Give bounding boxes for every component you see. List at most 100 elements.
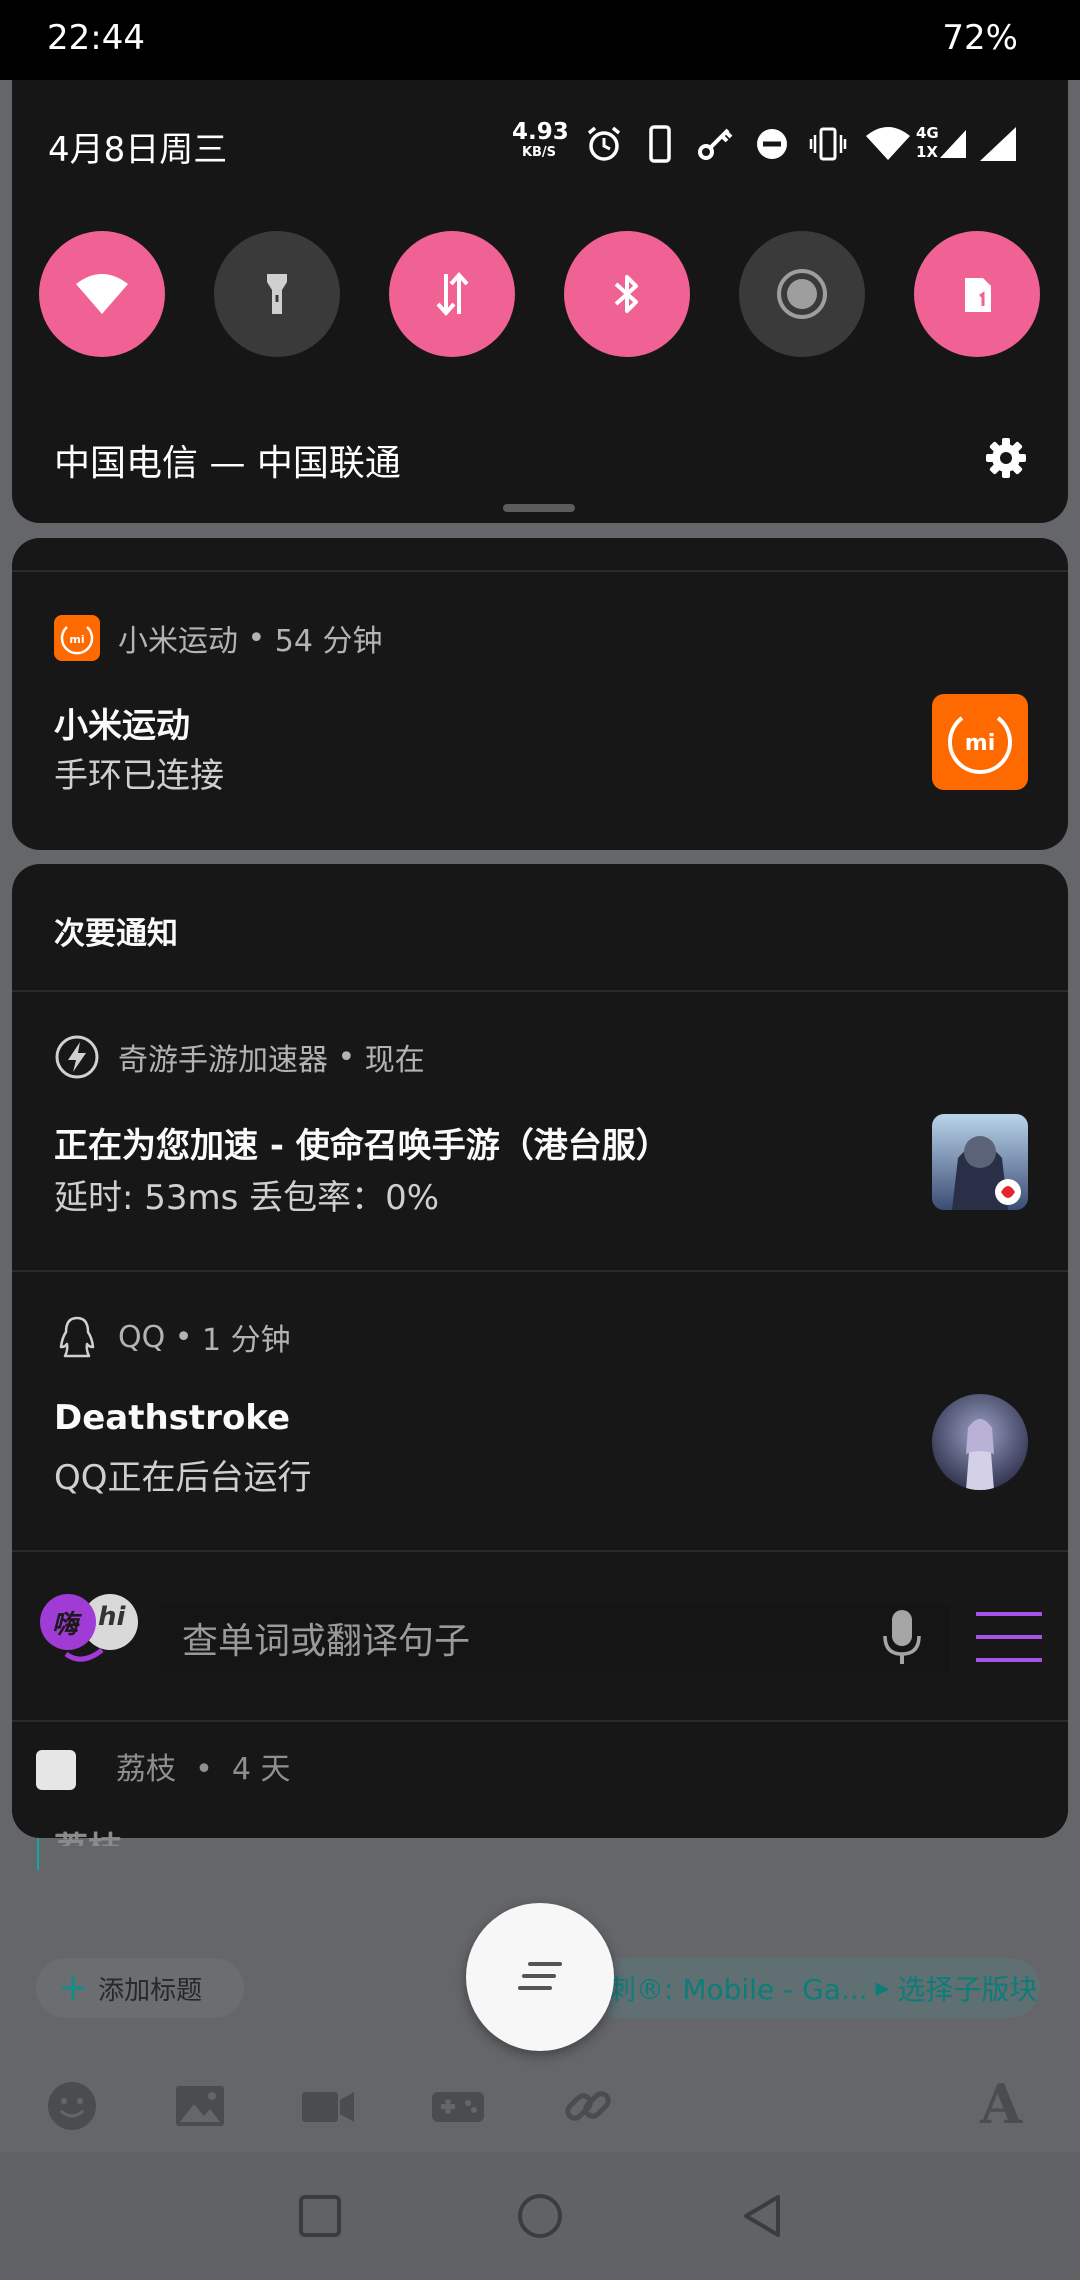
menu-icon xyxy=(976,1612,1042,1662)
tile-bluetooth[interactable] xyxy=(564,231,690,357)
do-not-disturb-icon xyxy=(752,124,792,164)
mi-fit-large-icon: mi xyxy=(932,694,1028,790)
contact-avatar xyxy=(932,1394,1028,1490)
vibrate-icon xyxy=(808,124,848,164)
network-type-label: 4G xyxy=(916,124,939,142)
back-button[interactable] xyxy=(726,2180,798,2252)
add-title-button[interactable]: + 添加标题 xyxy=(36,1958,244,2018)
tile-screen-record[interactable] xyxy=(739,231,865,357)
notification-manage-fab[interactable] xyxy=(466,1903,614,2051)
screen-record-icon xyxy=(777,269,827,319)
dictionary-search-placeholder: 查单词或翻译句子 xyxy=(182,1621,471,1662)
circle-icon xyxy=(518,2194,562,2238)
link-icon[interactable] xyxy=(560,2078,616,2134)
choose-subforum-label: 选择子版块 xyxy=(897,1973,1038,2006)
divider xyxy=(12,570,1068,572)
add-title-label: 添加标题 xyxy=(98,1975,203,2006)
gear-icon xyxy=(986,438,1026,478)
notification-title[interactable]: 正在为您加速 - 使命召唤手游（港台服） xyxy=(54,1118,670,1167)
network-speed-value: 4.93 xyxy=(512,119,569,145)
network-speed: 4.93 KB/S xyxy=(512,119,569,160)
dictionary-search-input[interactable]: 查单词或翻译句子 xyxy=(160,1604,950,1672)
status-bar xyxy=(0,0,1080,80)
notification-text: 手环已连接 xyxy=(54,756,224,796)
notification-text: 延时: 53ms 丢包率：0% xyxy=(54,1178,440,1218)
caret-right-icon: ▶ xyxy=(875,1977,890,1999)
signal-bars-icon xyxy=(940,130,966,158)
vpn-key-icon xyxy=(696,124,736,164)
notification-time: 现在 xyxy=(364,1043,425,1078)
notification-app-header: 奇游手游加速器 • 现在 xyxy=(54,1034,425,1080)
notification-title: 荔枝 xyxy=(54,1822,122,1846)
notification-time: 54 分钟 xyxy=(274,624,383,659)
divider xyxy=(12,1270,1068,1272)
network-speed-unit: KB/S xyxy=(521,145,557,160)
notification-app-name: 荔枝 xyxy=(116,1752,176,1787)
notification-text: QQ正在后台运行 xyxy=(54,1458,312,1498)
settings-button[interactable] xyxy=(984,436,1028,480)
video-icon[interactable] xyxy=(300,2078,356,2134)
home-button[interactable] xyxy=(504,2180,576,2252)
plus-icon: + xyxy=(58,1967,89,2008)
notification-time: 4 天 xyxy=(231,1752,291,1787)
dictionary-app-logo[interactable]: 嗨 hi xyxy=(36,1594,144,1678)
carrier-label: 中国电信 — 中国联通 xyxy=(54,443,401,484)
notification-card-mi-fit[interactable] xyxy=(12,538,1068,850)
forum-tag-chip[interactable]: 刺®: Mobile - Ga... ▶ 选择子版块 xyxy=(590,1958,1040,2018)
tile-wifi[interactable] xyxy=(39,231,165,357)
notification-app-header: mi 小米运动 • 54 分钟 xyxy=(54,615,383,661)
recents-button[interactable] xyxy=(284,2180,356,2252)
notification-app-name: 奇游手游加速器 xyxy=(118,1043,328,1078)
notification-time: 1 分钟 xyxy=(202,1323,291,1358)
game-thumbnail xyxy=(932,1114,1028,1210)
qq-penguin-icon xyxy=(54,1314,100,1360)
notification-app-name: 小米运动 xyxy=(118,624,238,659)
forum-tag-label: 刺®: Mobile - Ga... xyxy=(608,1973,868,2006)
flashlight-icon xyxy=(267,274,287,314)
voice-input-button[interactable] xyxy=(880,1608,924,1668)
game-controller-icon[interactable] xyxy=(430,2078,486,2134)
wifi-icon xyxy=(76,274,128,314)
svg-text:mi: mi xyxy=(69,633,84,646)
sim-card-icon xyxy=(965,278,991,312)
dictionary-menu-button[interactable] xyxy=(976,1610,1042,1664)
battery-percentage: 72% xyxy=(942,18,1018,58)
tile-sim-card[interactable] xyxy=(914,231,1040,357)
status-time: 22:44 xyxy=(47,18,145,58)
divider xyxy=(12,1550,1068,1552)
editor-toolbar: A xyxy=(0,2060,1080,2152)
list-icon xyxy=(518,1962,562,1990)
divider xyxy=(12,990,1068,992)
navigation-bar xyxy=(0,2152,1080,2280)
notification-app-name: QQ xyxy=(118,1319,166,1355)
font-format-button[interactable]: A xyxy=(980,2072,1022,2136)
tile-flashlight[interactable] xyxy=(214,231,340,357)
microphone-icon xyxy=(883,1610,921,1664)
network-subtype-label: 1X xyxy=(916,143,939,161)
alarm-icon xyxy=(584,124,624,164)
image-icon[interactable] xyxy=(172,2078,228,2134)
svg-text:mi: mi xyxy=(965,731,995,756)
wifi-status-icon xyxy=(864,124,912,164)
lightning-icon xyxy=(54,1034,100,1080)
drag-handle[interactable] xyxy=(503,504,575,512)
notification-app-header: 荔枝 • 4 天 xyxy=(116,1752,291,1787)
emoji-icon[interactable] xyxy=(44,2078,100,2134)
mi-fit-app-icon: mi xyxy=(54,615,100,661)
signal-primary-icon xyxy=(976,124,1020,164)
tile-mobile-data[interactable] xyxy=(389,231,515,357)
notification-app-header: QQ • 1 分钟 xyxy=(54,1314,291,1360)
square-icon xyxy=(299,2195,341,2237)
notification-title: 小米运动 xyxy=(54,706,190,746)
lychee-app-icon xyxy=(36,1750,76,1790)
triangle-back-icon xyxy=(744,2195,780,2237)
mobile-data-icon xyxy=(436,271,469,317)
dictionary-logo-hi: hi xyxy=(98,1602,126,1632)
divider xyxy=(12,1720,1068,1722)
secondary-notifications-header: 次要通知 xyxy=(54,916,178,952)
notification-title[interactable]: Deathstroke xyxy=(54,1398,290,1438)
dictionary-logo-char: 嗨 xyxy=(52,1610,79,1640)
cellular-signal-secondary: 4G 1X xyxy=(916,124,968,164)
phone-icon xyxy=(640,124,680,164)
date-label: 4月8日周三 xyxy=(48,130,228,170)
